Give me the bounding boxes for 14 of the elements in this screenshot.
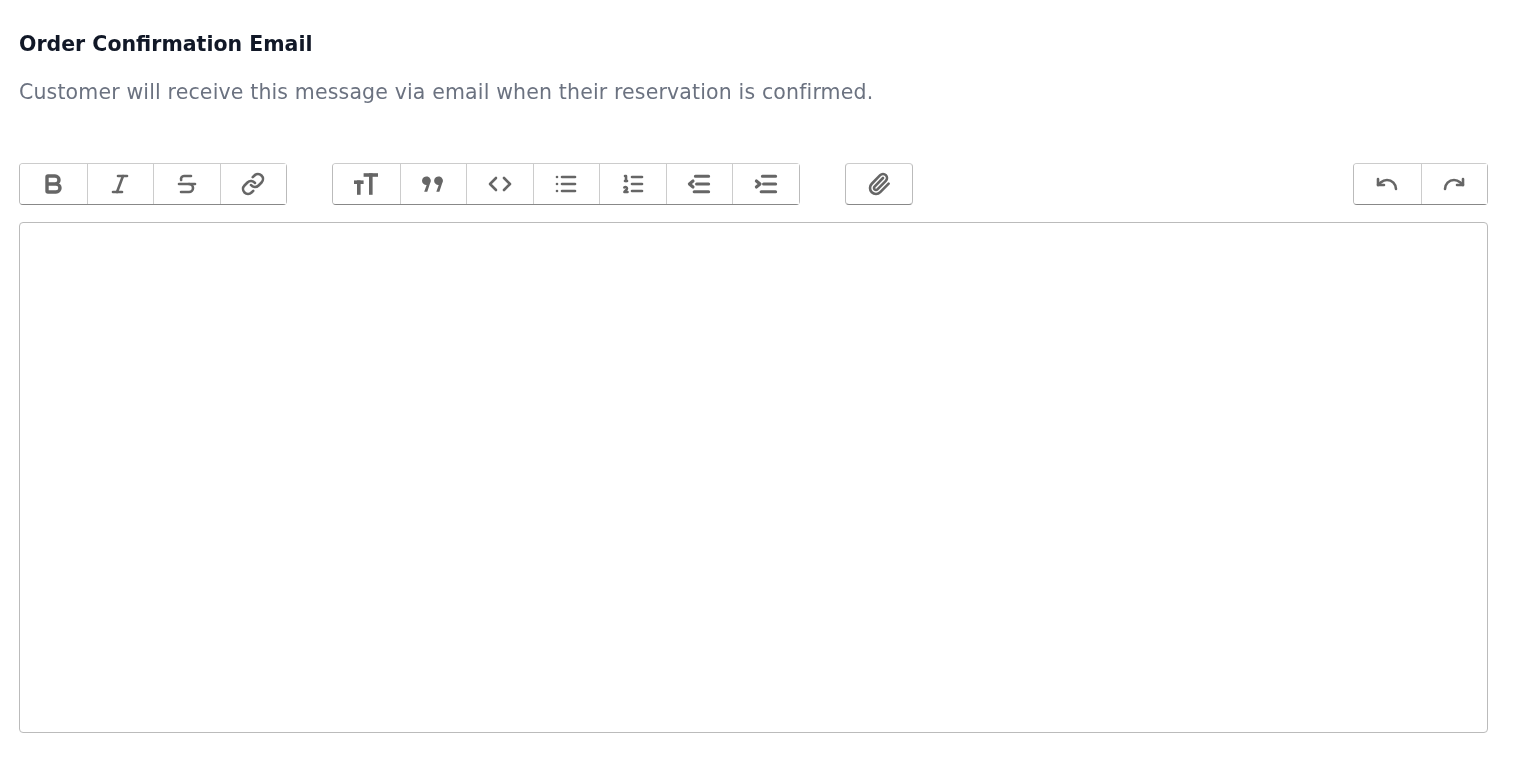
quote-icon xyxy=(422,176,445,192)
section-description: Customer will receive this message via email when their reservation is confirmed. xyxy=(19,79,874,106)
indent-button[interactable] xyxy=(732,164,799,204)
redo-button[interactable] xyxy=(1420,164,1487,204)
attach-button[interactable] xyxy=(844,163,913,205)
link-button[interactable] xyxy=(219,164,286,204)
numbered-list-icon xyxy=(620,172,645,196)
paperclip-icon xyxy=(866,172,891,196)
editor-field[interactable] xyxy=(19,222,1488,733)
indent-icon xyxy=(753,174,778,194)
link-icon xyxy=(241,172,266,196)
text-size-icon xyxy=(354,172,379,196)
section-title: Order Confirmation Email xyxy=(19,31,313,58)
outdent-icon xyxy=(687,174,712,194)
